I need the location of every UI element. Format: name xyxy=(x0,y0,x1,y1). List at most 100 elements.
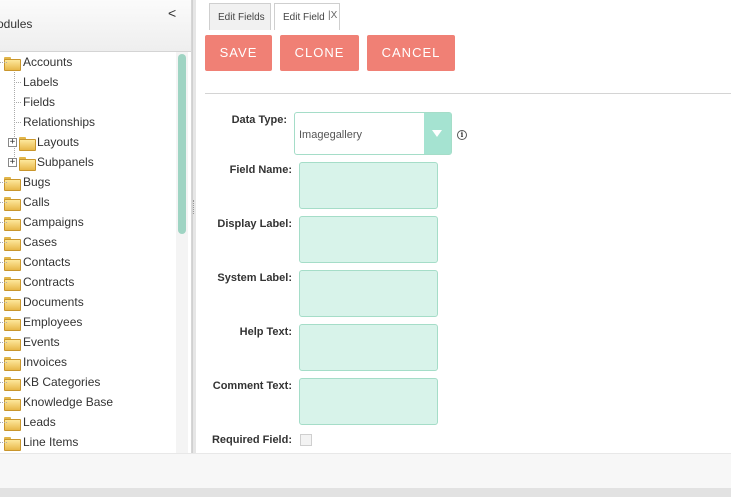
system-label-input[interactable] xyxy=(299,270,438,317)
data-type-label: Data Type: xyxy=(231,114,287,126)
field-name-label: Field Name: xyxy=(229,164,292,176)
tree-item[interactable]: Contacts xyxy=(0,252,176,272)
tree-connector xyxy=(0,202,7,203)
tree-item-label: Layouts xyxy=(37,135,80,149)
folder-icon xyxy=(4,297,21,311)
tree-item-label: Line Items xyxy=(23,435,79,449)
folder-icon xyxy=(4,237,21,251)
tree-connector xyxy=(0,322,7,323)
folder-icon xyxy=(19,157,36,171)
folder-icon xyxy=(4,217,21,231)
display-label-input[interactable] xyxy=(299,216,438,263)
tree-item-label: Events xyxy=(23,335,60,349)
tree-item-label: Accounts xyxy=(23,55,73,69)
tree-item[interactable]: Cases xyxy=(0,232,176,252)
clone-button[interactable]: CLONE xyxy=(280,35,359,71)
tree-connector xyxy=(14,102,21,103)
app-window: odules < Accounts Labels Fields Relationshi… xyxy=(0,0,731,497)
required-field-checkbox[interactable] xyxy=(300,434,312,446)
close-tab-icon[interactable]: |X xyxy=(328,10,337,21)
expand-plus-icon[interactable]: + xyxy=(8,158,17,167)
main-panel: Edit Fields Edit Field |X SAVE CLONE CAN… xyxy=(196,0,731,453)
tree-item-label: Cases xyxy=(23,235,58,249)
field-name-input[interactable] xyxy=(299,162,438,209)
tree-connector xyxy=(0,422,7,423)
tab-label: Edit Field xyxy=(283,12,325,23)
tree-item[interactable]: Fields xyxy=(0,92,176,112)
tree-connector xyxy=(0,302,7,303)
tree-connector xyxy=(14,82,21,83)
tree-connector xyxy=(0,282,7,283)
folder-icon xyxy=(4,317,21,331)
tab-label: Edit Fields xyxy=(218,12,265,23)
chevron-down-icon[interactable] xyxy=(424,113,451,154)
required-field-label: Required Field: xyxy=(211,434,292,446)
tree-item-label: Labels xyxy=(23,75,59,89)
data-type-value: Imagegallery xyxy=(299,129,362,141)
tree-item[interactable]: Bugs xyxy=(0,172,176,192)
tree-item-label: Fields xyxy=(23,95,56,109)
tree-connector xyxy=(0,362,7,363)
tree-item-label: Leads xyxy=(23,415,56,429)
help-text-input[interactable] xyxy=(299,324,438,371)
folder-icon xyxy=(19,137,36,151)
collapse-sidebar-icon[interactable]: < xyxy=(168,5,176,21)
tree-item-label: Contracts xyxy=(23,275,75,289)
tree-item[interactable]: Labels xyxy=(0,72,176,92)
tree-connector xyxy=(0,62,7,63)
expand-plus-icon[interactable]: + xyxy=(8,138,17,147)
module-tree: Accounts Labels Fields Relationships + Layout… xyxy=(0,52,176,453)
sidebar-header: odules < xyxy=(0,0,191,52)
folder-icon xyxy=(4,337,21,351)
folder-icon xyxy=(4,277,21,291)
tree-item-label: Employees xyxy=(23,315,83,329)
folder-icon xyxy=(4,437,21,451)
tree-item[interactable]: Campaigns xyxy=(0,212,176,232)
tree-connector xyxy=(14,122,21,123)
tree-item[interactable]: Employees xyxy=(0,312,176,332)
tree-item-label: Knowledge Base xyxy=(23,395,114,409)
tree-connector xyxy=(0,182,7,183)
tree-item[interactable]: Relationships xyxy=(0,112,176,132)
save-button[interactable]: SAVE xyxy=(205,35,272,71)
cancel-button[interactable]: CANCEL xyxy=(367,35,455,71)
divider xyxy=(205,93,731,94)
tab-edit-fields[interactable]: Edit Fields xyxy=(209,3,271,30)
tree-item[interactable]: KB Categories xyxy=(0,372,176,392)
tree-item-label: Bugs xyxy=(23,175,51,189)
comment-text-input[interactable] xyxy=(299,378,438,425)
tree-connector xyxy=(0,442,7,443)
tree-item[interactable]: + Layouts xyxy=(0,132,176,152)
tree-item[interactable]: Contracts xyxy=(0,272,176,292)
tree-connector xyxy=(0,262,7,263)
data-type-select[interactable]: Imagegallery xyxy=(294,112,452,155)
tree-item[interactable]: Calls xyxy=(0,192,176,212)
tree-item[interactable]: Leads xyxy=(0,412,176,432)
tree-item[interactable]: Invoices xyxy=(0,352,176,372)
tree-item-label: Calls xyxy=(23,195,50,209)
tree-item[interactable]: Line Items xyxy=(0,432,176,452)
module-sidebar: odules < Accounts Labels Fields Relationshi… xyxy=(0,0,192,453)
tree-item[interactable]: Documents xyxy=(0,292,176,312)
sidebar-scrollbar[interactable] xyxy=(176,52,188,453)
info-icon[interactable]: i xyxy=(457,130,467,140)
tree-item[interactable]: + Subpanels xyxy=(0,152,176,172)
tree-item-label: Campaigns xyxy=(23,215,84,229)
tree-item-label: Contacts xyxy=(23,255,71,269)
folder-icon xyxy=(4,357,21,371)
tree-item-label: Relationships xyxy=(23,115,96,129)
tree-connector xyxy=(0,402,7,403)
scrollbar-thumb[interactable] xyxy=(178,54,186,234)
tree-item[interactable]: Events xyxy=(0,332,176,352)
display-label-label: Display Label: xyxy=(217,218,292,230)
tab-edit-field[interactable]: Edit Field |X xyxy=(274,3,340,30)
help-text-label: Help Text: xyxy=(239,326,292,338)
tree-connector xyxy=(0,242,7,243)
tree-item[interactable]: Knowledge Base xyxy=(0,392,176,412)
tree-item[interactable]: Accounts xyxy=(0,52,176,72)
tree-connector xyxy=(0,342,7,343)
tree-item-label: Documents xyxy=(23,295,84,309)
tree-item-label: Invoices xyxy=(23,355,68,369)
tree-connector xyxy=(0,382,7,383)
folder-icon xyxy=(4,377,21,391)
